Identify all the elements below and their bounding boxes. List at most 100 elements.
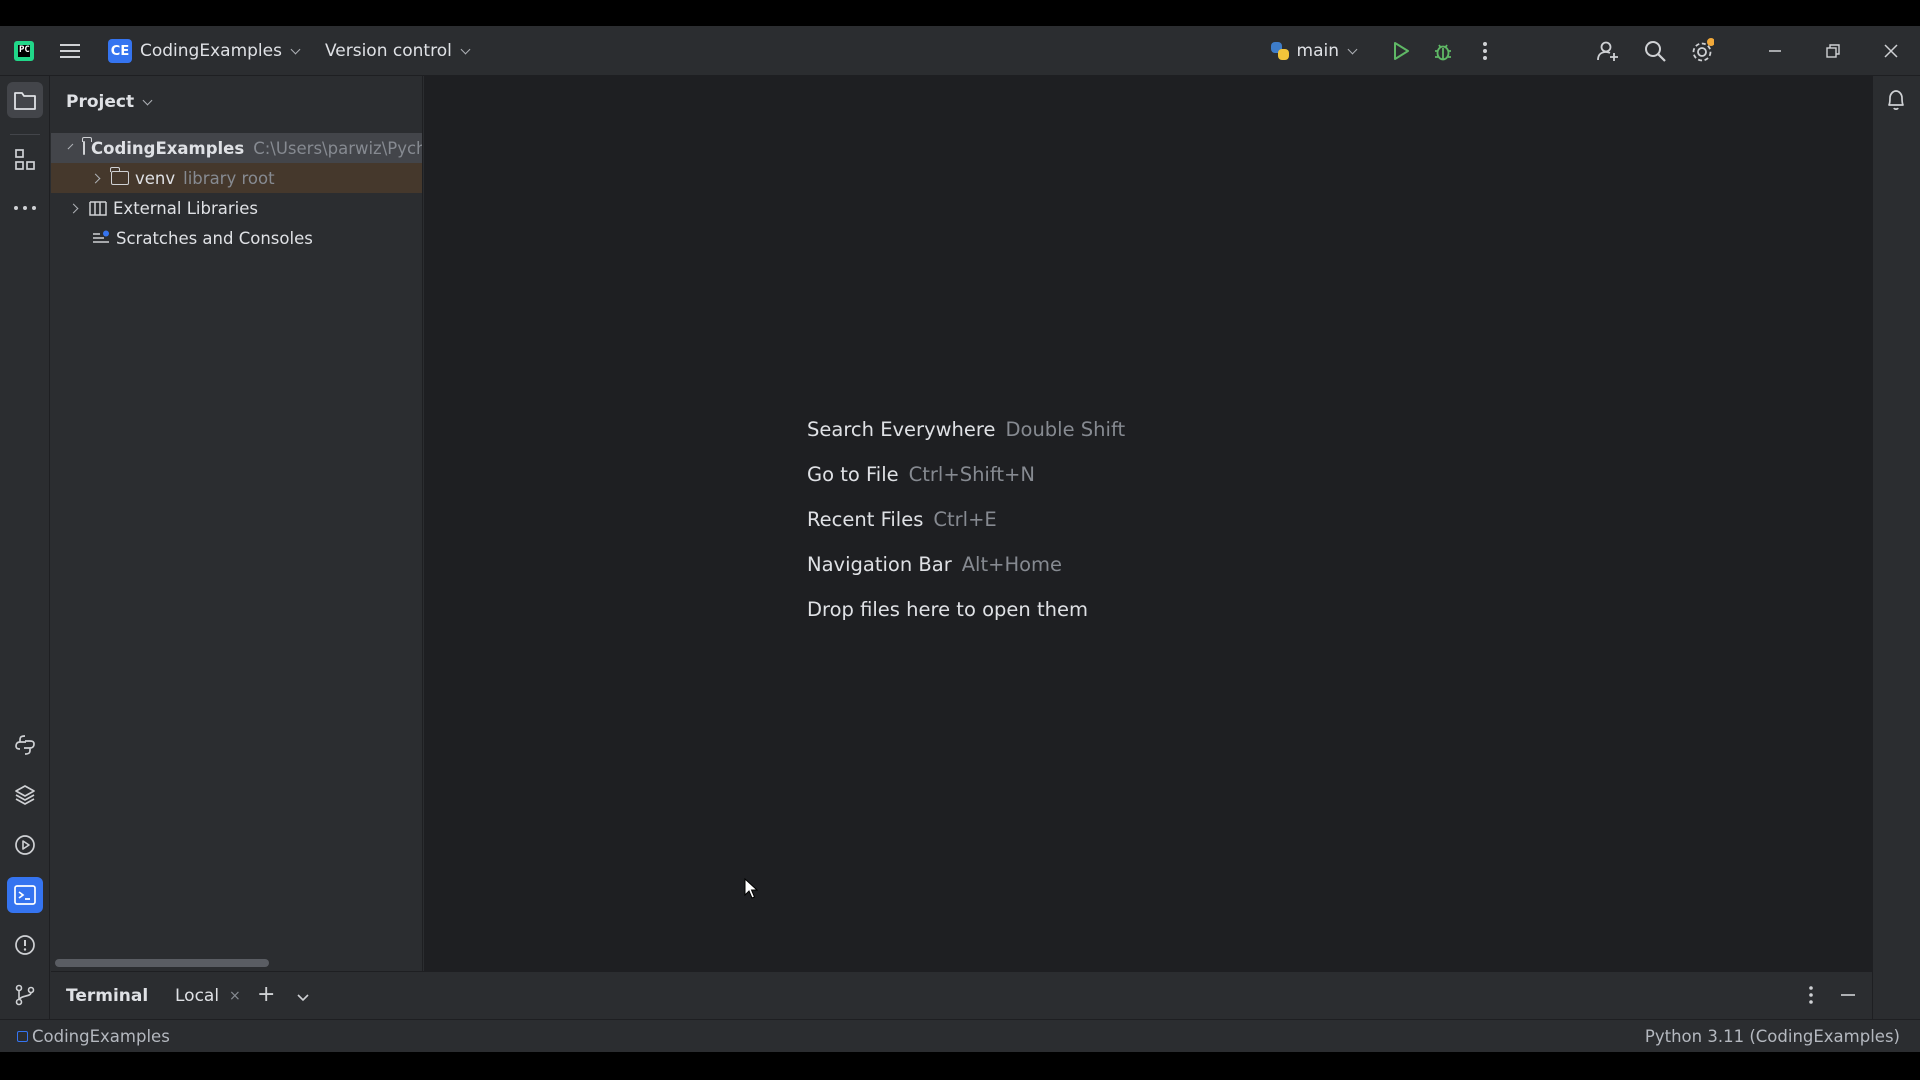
git-branch-icon: [15, 984, 35, 1006]
hint-shortcut: Alt+Home: [961, 553, 1063, 576]
hint-shortcut: Ctrl+E: [933, 508, 997, 531]
mouse-pointer-icon: [744, 878, 758, 899]
add-user-icon: [1597, 41, 1618, 61]
close-icon: [1884, 44, 1898, 58]
folder-icon: [14, 92, 36, 110]
gear-icon: [1692, 38, 1714, 62]
hint-navigation-bar: Navigation Bar Alt+Home: [807, 553, 1062, 576]
notifications-button[interactable]: [1878, 82, 1914, 118]
chevron-down-icon: [67, 143, 74, 149]
run-config-name: main: [1296, 41, 1339, 61]
chevron-right-icon: [68, 203, 79, 213]
terminal-tab-local[interactable]: Local: [175, 986, 219, 1006]
hint-action: Drop files here to open them: [807, 598, 1088, 621]
horizontal-scrollbar[interactable]: [55, 959, 269, 967]
hint-search-everywhere: Search Everywhere Double Shift: [807, 418, 1125, 441]
tree-node-label: venv: [135, 168, 176, 188]
interpreter-indicator[interactable]: Python 3.11 (CodingExamples): [1645, 1027, 1900, 1046]
project-panel-title: Project: [66, 92, 135, 112]
pycharm-logo-icon[interactable]: PC: [14, 41, 34, 61]
tree-node-label: CodingExamples: [91, 138, 245, 158]
chevron-down-icon: [460, 44, 471, 54]
scratches-icon: [93, 230, 109, 243]
strip-divider: [10, 134, 40, 135]
debug-button[interactable]: [1431, 39, 1455, 63]
folder-icon: [82, 137, 93, 155]
python-packages-button[interactable]: [7, 777, 43, 813]
hint-drop-files: Drop files here to open them: [807, 598, 1088, 621]
tree-node-project-root[interactable]: CodingExamples C:\Users\parwiz\PycharmPr…: [51, 133, 422, 163]
chevron-down-icon: [1347, 44, 1358, 54]
services-icon: [15, 835, 35, 855]
status-project-breadcrumb[interactable]: CodingExamples: [17, 1027, 170, 1046]
layers-icon: [15, 785, 35, 805]
title-bar: PC CE CodingExamples Version control mai…: [0, 26, 1920, 76]
hint-go-to-file: Go to File Ctrl+Shift+N: [807, 463, 1035, 486]
more-horizontal-icon: [14, 206, 36, 210]
tree-node-label: Scratches and Consoles: [116, 228, 313, 248]
structure-icon: [15, 149, 35, 170]
tree-node-hint: library root: [183, 168, 275, 188]
hint-shortcut: Ctrl+Shift+N: [908, 463, 1035, 486]
terminal-icon: [14, 885, 36, 905]
project-view-selector[interactable]: Project: [66, 92, 153, 112]
hint-action: Recent Files: [807, 508, 924, 531]
more-tool-windows-button[interactable]: [7, 190, 43, 226]
run-button[interactable]: [1389, 39, 1413, 63]
python-console-icon: [15, 735, 35, 755]
tree-node-scratches[interactable]: Scratches and Consoles: [51, 223, 422, 253]
tree-node-venv[interactable]: venv library root: [51, 163, 422, 193]
close-tab-icon[interactable]: ×: [229, 988, 241, 1004]
right-tool-strip: [1872, 76, 1920, 1019]
warning-icon: [15, 935, 35, 955]
hint-recent-files: Recent Files Ctrl+E: [807, 508, 997, 531]
chevron-right-icon: [90, 173, 101, 183]
left-tool-strip: [0, 76, 50, 1019]
hint-shortcut: Double Shift: [1005, 418, 1126, 441]
restore-button[interactable]: [1804, 26, 1862, 76]
minimize-icon: [1769, 50, 1781, 52]
more-vertical-icon: [1483, 42, 1487, 60]
run-configuration-selector[interactable]: main: [1270, 41, 1358, 61]
main-menu-icon[interactable]: [60, 42, 82, 60]
more-actions-button[interactable]: [1473, 39, 1497, 63]
hide-terminal-button[interactable]: [1839, 986, 1857, 1008]
services-button[interactable]: [7, 827, 43, 863]
restore-icon: [1826, 44, 1840, 58]
ide-window: PC CE CodingExamples Version control mai…: [0, 26, 1920, 1052]
library-icon: [89, 201, 107, 216]
chevron-down-icon: [290, 44, 301, 54]
run-icon: [1394, 42, 1409, 60]
problems-button[interactable]: [7, 927, 43, 963]
chevron-down-icon: [297, 994, 309, 1002]
hint-action: Search Everywhere: [807, 418, 996, 441]
version-control-menu[interactable]: Version control: [324, 41, 471, 61]
python-icon: [1270, 42, 1289, 60]
project-tool-button[interactable]: [7, 82, 43, 118]
close-window-button[interactable]: [1862, 26, 1920, 76]
new-terminal-icon[interactable]: +: [257, 982, 275, 1007]
status-bar: CodingExamples Python 3.11 (CodingExampl…: [0, 1019, 1920, 1052]
project-name: CodingExamples: [140, 41, 282, 61]
terminal-more-button[interactable]: [1808, 985, 1814, 1009]
project-tool-window: Project CodingExamples C:\Users\parwiz\P…: [51, 76, 423, 971]
terminal-tool-button[interactable]: [7, 877, 43, 913]
tree-node-external-libraries[interactable]: External Libraries: [51, 193, 422, 223]
minimize-icon: [1841, 994, 1855, 996]
project-badge: CE: [108, 39, 132, 63]
search-everywhere-button[interactable]: [1643, 39, 1667, 63]
python-console-button[interactable]: [7, 727, 43, 763]
more-vertical-icon: [1809, 986, 1813, 1004]
bug-icon: [1435, 44, 1451, 61]
structure-tool-button[interactable]: [7, 142, 43, 178]
search-icon: [1645, 41, 1666, 62]
terminal-title: Terminal: [66, 986, 149, 1006]
project-switcher[interactable]: CE CodingExamples: [102, 34, 305, 68]
terminal-options-dropdown[interactable]: [296, 988, 310, 1007]
git-button[interactable]: [7, 977, 43, 1013]
settings-button[interactable]: [1690, 38, 1714, 63]
editor-area[interactable]: Search Everywhere Double Shift Go to File…: [424, 76, 1872, 971]
minimize-button[interactable]: [1746, 26, 1804, 76]
vcs-label: Version control: [324, 41, 452, 61]
code-with-me-button[interactable]: [1596, 39, 1620, 63]
